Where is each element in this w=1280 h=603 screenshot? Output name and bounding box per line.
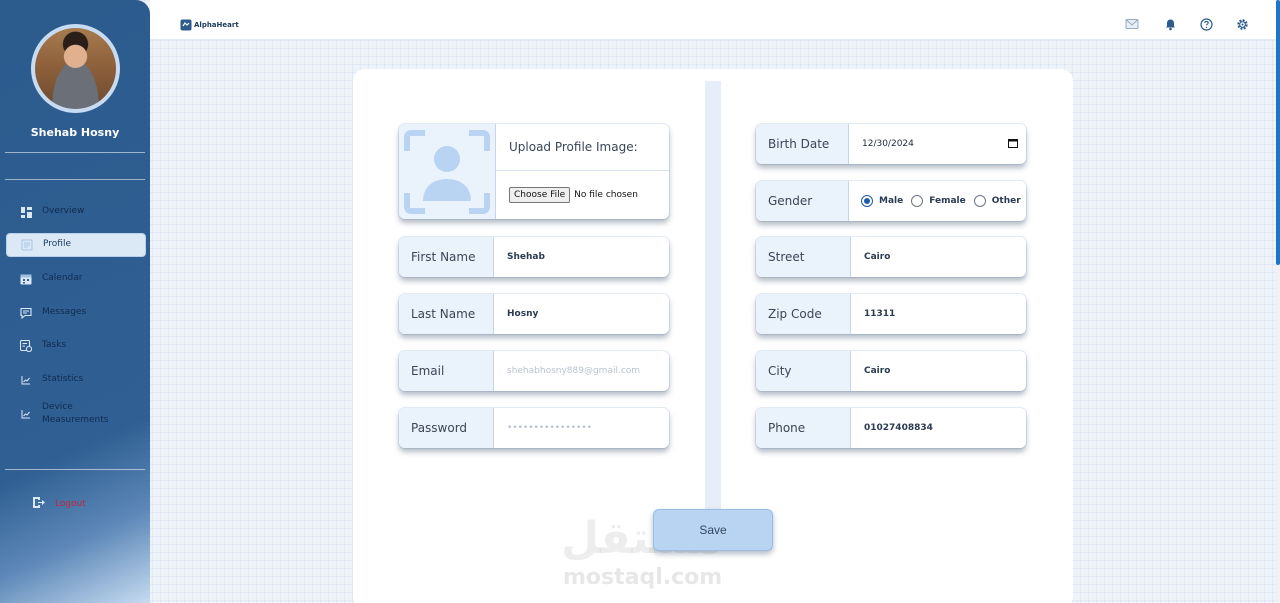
tasks-icon	[20, 340, 32, 352]
logout-label: Logout	[55, 499, 86, 509]
file-input[interactable]: Choose File No file chosen	[496, 171, 669, 219]
sidebar-item-messages[interactable]: Messages	[6, 301, 146, 325]
user-name: Shehab Hosny	[30, 126, 120, 139]
city-field: City Cairo	[756, 351, 1026, 391]
birth-date-input[interactable]: 12/30/2024	[849, 124, 1026, 164]
choose-file-button[interactable]: Choose File	[509, 187, 571, 203]
sidebar-item-label: Device Measurements	[42, 401, 109, 426]
street-field: Street Cairo	[756, 237, 1026, 277]
top-bar: AlphaHeart	[150, 0, 1276, 40]
profile-image-placeholder[interactable]	[399, 124, 496, 219]
gender-field: Gender Male Female Other	[756, 181, 1026, 221]
radio-male[interactable]	[861, 195, 873, 207]
gender-radio-group: Male Female Other	[849, 181, 1021, 221]
first-name-field: First Name Shehab	[399, 237, 669, 277]
bell-icon[interactable]	[1161, 15, 1179, 33]
email-input[interactable]: shehabhosny889@gmail.com	[494, 351, 669, 391]
profile-icon	[21, 239, 33, 251]
sidebar-item-label: Overview	[42, 206, 85, 217]
last-name-label: Last Name	[399, 294, 494, 334]
mail-icon[interactable]	[1123, 15, 1141, 33]
zip-code-field: Zip Code 11311	[756, 294, 1026, 334]
save-button[interactable]: Save	[653, 509, 773, 551]
sidebar-item-profile[interactable]: Profile	[6, 233, 146, 257]
messages-icon	[20, 307, 32, 319]
sidebar: Shehab Hosny Overview Profile Calendar M…	[0, 0, 150, 603]
overview-icon	[20, 206, 32, 218]
phone-field: Phone 01027408834	[756, 408, 1026, 448]
city-label: City	[756, 351, 851, 391]
first-name-label: First Name	[399, 237, 494, 277]
logo[interactable]: AlphaHeart	[180, 19, 239, 31]
email-label: Email	[399, 351, 494, 391]
sidebar-item-tasks[interactable]: Tasks	[6, 334, 146, 358]
birth-date-value: 12/30/2024	[862, 139, 914, 149]
user-placeholder-icon	[404, 129, 490, 214]
logo-text: AlphaHeart	[194, 21, 239, 29]
gender-option-male[interactable]: Male	[861, 195, 903, 207]
birth-date-label: Birth Date	[756, 124, 849, 164]
sidebar-item-label: Calendar	[42, 273, 83, 284]
statistics-icon	[20, 374, 32, 386]
logo-icon	[180, 19, 192, 31]
last-name-input[interactable]: Hosny	[494, 294, 669, 334]
scrollbar-thumb[interactable]	[1276, 0, 1280, 265]
sidebar-item-label: Tasks	[42, 340, 67, 351]
birth-date-field: Birth Date 12/30/2024	[756, 124, 1026, 164]
divider	[5, 179, 145, 180]
file-status: No file chosen	[574, 190, 638, 200]
password-input[interactable]: ••••••••••••••••	[494, 408, 669, 448]
calendar-picker-icon[interactable]	[1008, 138, 1018, 151]
gender-option-other[interactable]: Other	[973, 195, 1021, 207]
phone-input[interactable]: 01027408834	[851, 408, 1026, 448]
help-icon[interactable]	[1197, 15, 1215, 33]
device-measurements-icon	[20, 408, 32, 420]
upload-title: Upload Profile Image:	[496, 124, 669, 171]
logout-icon	[32, 496, 45, 512]
street-input[interactable]: Cairo	[851, 237, 1026, 277]
calendar-icon	[20, 273, 32, 285]
sidebar-item-calendar[interactable]: Calendar	[6, 267, 146, 291]
sidebar-item-device-measurements[interactable]: Device Measurements	[6, 397, 146, 431]
settings-icon[interactable]	[1233, 15, 1251, 33]
city-input[interactable]: Cairo	[851, 351, 1026, 391]
email-field: Email shehabhosny889@gmail.com	[399, 351, 669, 391]
gender-label: Gender	[756, 181, 849, 221]
divider	[5, 469, 145, 470]
divider	[5, 152, 145, 153]
first-name-input[interactable]: Shehab	[494, 237, 669, 277]
radio-other[interactable]	[973, 195, 986, 207]
sidebar-item-statistics[interactable]: Statistics	[6, 368, 146, 392]
password-label: Password	[399, 408, 494, 448]
logout-button[interactable]: Logout	[32, 496, 86, 512]
upload-profile-image: Upload Profile Image: Choose File No fil…	[399, 124, 669, 219]
column-divider	[705, 81, 721, 511]
zip-code-input[interactable]: 11311	[851, 294, 1026, 334]
sidebar-item-label: Statistics	[42, 374, 84, 385]
password-field: Password ••••••••••••••••	[399, 408, 669, 448]
gender-option-female[interactable]: Female	[911, 195, 966, 207]
watermark-text: mostaql.com	[563, 565, 723, 590]
radio-female[interactable]	[911, 195, 924, 207]
phone-label: Phone	[756, 408, 851, 448]
sidebar-item-overview[interactable]: Overview	[6, 200, 146, 224]
sidebar-item-label: Messages	[42, 307, 87, 318]
sidebar-item-label: Profile	[43, 239, 71, 250]
street-label: Street	[756, 237, 851, 277]
avatar[interactable]	[31, 24, 120, 113]
last-name-field: Last Name Hosny	[399, 294, 669, 334]
zip-code-label: Zip Code	[756, 294, 851, 334]
